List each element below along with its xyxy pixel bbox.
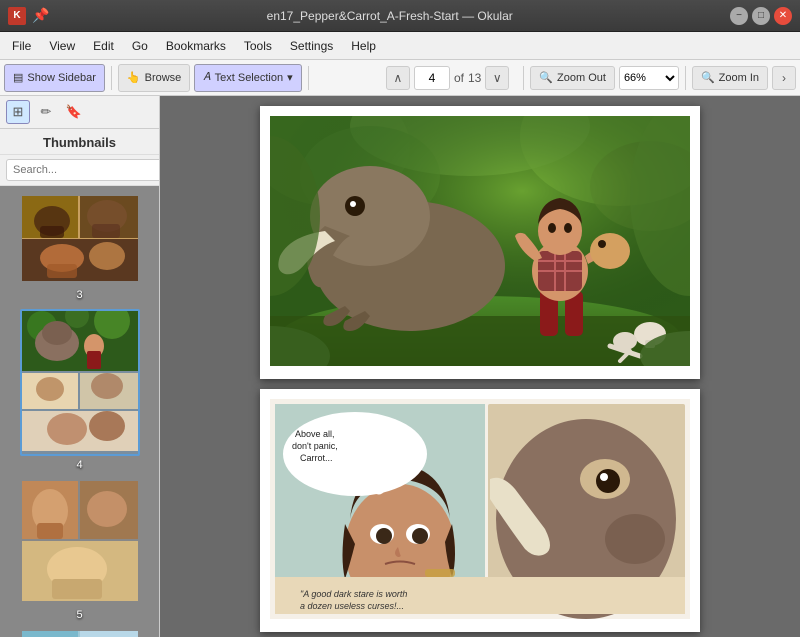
toolbar-separator-4: [685, 66, 686, 90]
svg-text:Above all,: Above all,: [295, 429, 335, 439]
thumbnails-icon-button[interactable]: ⊞: [6, 100, 30, 124]
menu-view[interactable]: View: [41, 36, 83, 56]
thumbnail-page-6[interactable]: [20, 629, 140, 637]
maximize-button[interactable]: □: [752, 7, 770, 25]
page-art-top: [270, 116, 690, 366]
window-controls: − □ ✕: [730, 7, 792, 25]
page-4-bottom: Above all, don't panic, Carrot... "A go: [260, 389, 700, 632]
sidebar: ⊞ ✏ 🔖 Thumbnails ▽: [0, 96, 160, 637]
zoom-level-select[interactable]: 66%: [619, 66, 679, 90]
menu-file[interactable]: File: [4, 36, 39, 56]
zoom-out-button[interactable]: 🔍 Zoom Out: [530, 66, 615, 90]
thumb-img-4: [20, 309, 140, 456]
thumb-label-4: 4: [76, 459, 82, 471]
toolbar-separator-3: [523, 66, 524, 90]
search-input[interactable]: [6, 159, 159, 181]
sidebar-icon-toolbar: ⊞ ✏ 🔖: [0, 96, 159, 129]
page-number-input[interactable]: [414, 66, 450, 90]
browse-button[interactable]: 👆 Browse: [118, 64, 190, 92]
toolbar-separator-2: [308, 66, 309, 90]
search-bar: ▽: [0, 155, 159, 186]
content-area[interactable]: Above all, don't panic, Carrot... "A go: [160, 96, 800, 637]
thumb-art-4: [22, 311, 138, 451]
show-sidebar-button[interactable]: ▤ Show Sidebar: [4, 64, 105, 92]
text-select-icon: 𝐴: [203, 71, 210, 84]
thumb-img-3: [20, 194, 140, 286]
thumb-img-5: [20, 479, 140, 606]
svg-text:"A good dark stare is worth: "A good dark stare is worth: [300, 589, 407, 599]
main-layout: ⊞ ✏ 🔖 Thumbnails ▽: [0, 96, 800, 637]
page-art-bottom: Above all, don't panic, Carrot... "A go: [270, 399, 690, 619]
thumb-label-5: 5: [76, 609, 82, 621]
menubar: File View Edit Go Bookmarks Tools Settin…: [0, 32, 800, 60]
annotations-icon-button[interactable]: ✏: [34, 100, 58, 124]
minimize-button[interactable]: −: [730, 7, 748, 25]
bookmarks-icon-button[interactable]: 🔖: [62, 100, 86, 124]
thumb-art-3: [22, 196, 138, 281]
page-navigation: ∧ of 13 ∨: [386, 66, 509, 90]
toolbar-separator: [111, 66, 112, 90]
svg-text:Carrot...: Carrot...: [300, 453, 333, 463]
titlebar: K 📌 en17_Pepper&Carrot_A-Fresh-Start — O…: [0, 0, 800, 32]
menu-edit[interactable]: Edit: [85, 36, 122, 56]
sidebar-panel: Thumbnails ▽: [0, 129, 159, 637]
svg-text:a dozen useless curses!...: a dozen useless curses!...: [300, 601, 404, 611]
thumb-art-6: [22, 631, 138, 637]
zoom-in-button[interactable]: 🔍 Zoom In: [692, 66, 768, 90]
pin-icon: 📌: [32, 7, 49, 24]
dropdown-arrow-icon: ▾: [287, 71, 293, 84]
menu-settings[interactable]: Settings: [282, 36, 341, 56]
browse-icon: 👆: [127, 71, 141, 84]
thumbnails-area[interactable]: 3: [0, 186, 159, 637]
titlebar-left: K 📌: [8, 7, 49, 25]
text-selection-button[interactable]: 𝐴 Text Selection ▾: [194, 64, 301, 92]
page-of-label: of: [454, 71, 464, 85]
prev-page-button[interactable]: ∧: [386, 66, 410, 90]
thumbnail-page-4[interactable]: 4: [20, 309, 140, 471]
window-title: en17_Pepper&Carrot_A-Fresh-Start — Okula…: [49, 9, 730, 23]
thumb-label-3: 3: [76, 289, 82, 301]
thumbnail-page-5[interactable]: 5: [20, 479, 140, 621]
menu-bookmarks[interactable]: Bookmarks: [158, 36, 234, 56]
menu-go[interactable]: Go: [124, 36, 156, 56]
close-button[interactable]: ✕: [774, 7, 792, 25]
sidebar-title: Thumbnails: [0, 129, 159, 155]
page-4-top: [260, 106, 700, 379]
menu-tools[interactable]: Tools: [236, 36, 280, 56]
next-page-button[interactable]: ∨: [485, 66, 509, 90]
thumb-img-6: [20, 629, 140, 637]
more-button[interactable]: ›: [772, 66, 796, 90]
toolbar: ▤ Show Sidebar 👆 Browse 𝐴 Text Selection…: [0, 60, 800, 96]
menu-help[interactable]: Help: [343, 36, 384, 56]
page-total: 13: [468, 71, 481, 85]
app-icon: K: [8, 7, 26, 25]
svg-text:don't panic,: don't panic,: [292, 441, 338, 451]
zoom-out-icon: 🔍: [539, 71, 553, 84]
zoom-in-icon: 🔍: [701, 71, 715, 84]
thumb-art-5: [22, 481, 138, 601]
thumbnail-page-3[interactable]: 3: [20, 194, 140, 301]
zoom-controls: 🔍 Zoom Out 66% 🔍 Zoom In ›: [521, 66, 796, 90]
sidebar-icon: ▤: [13, 71, 23, 84]
